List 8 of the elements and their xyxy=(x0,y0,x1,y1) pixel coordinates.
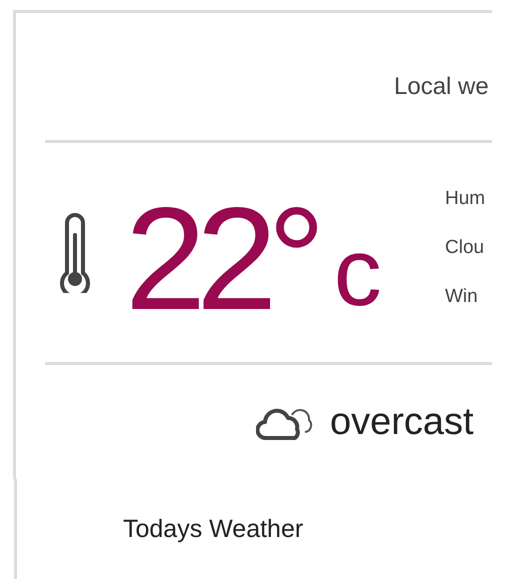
weather-detail-label: Clou xyxy=(445,237,486,259)
temperature-unit: c xyxy=(334,224,382,320)
temperature-value: 22° xyxy=(125,186,316,332)
weather-detail-label: Win xyxy=(445,286,479,308)
weather-condition: overcast xyxy=(330,400,474,444)
section-title: Todays Weather xyxy=(123,515,304,543)
weather-detail-label: Hum xyxy=(445,188,486,210)
card-title: Local we xyxy=(394,72,489,100)
